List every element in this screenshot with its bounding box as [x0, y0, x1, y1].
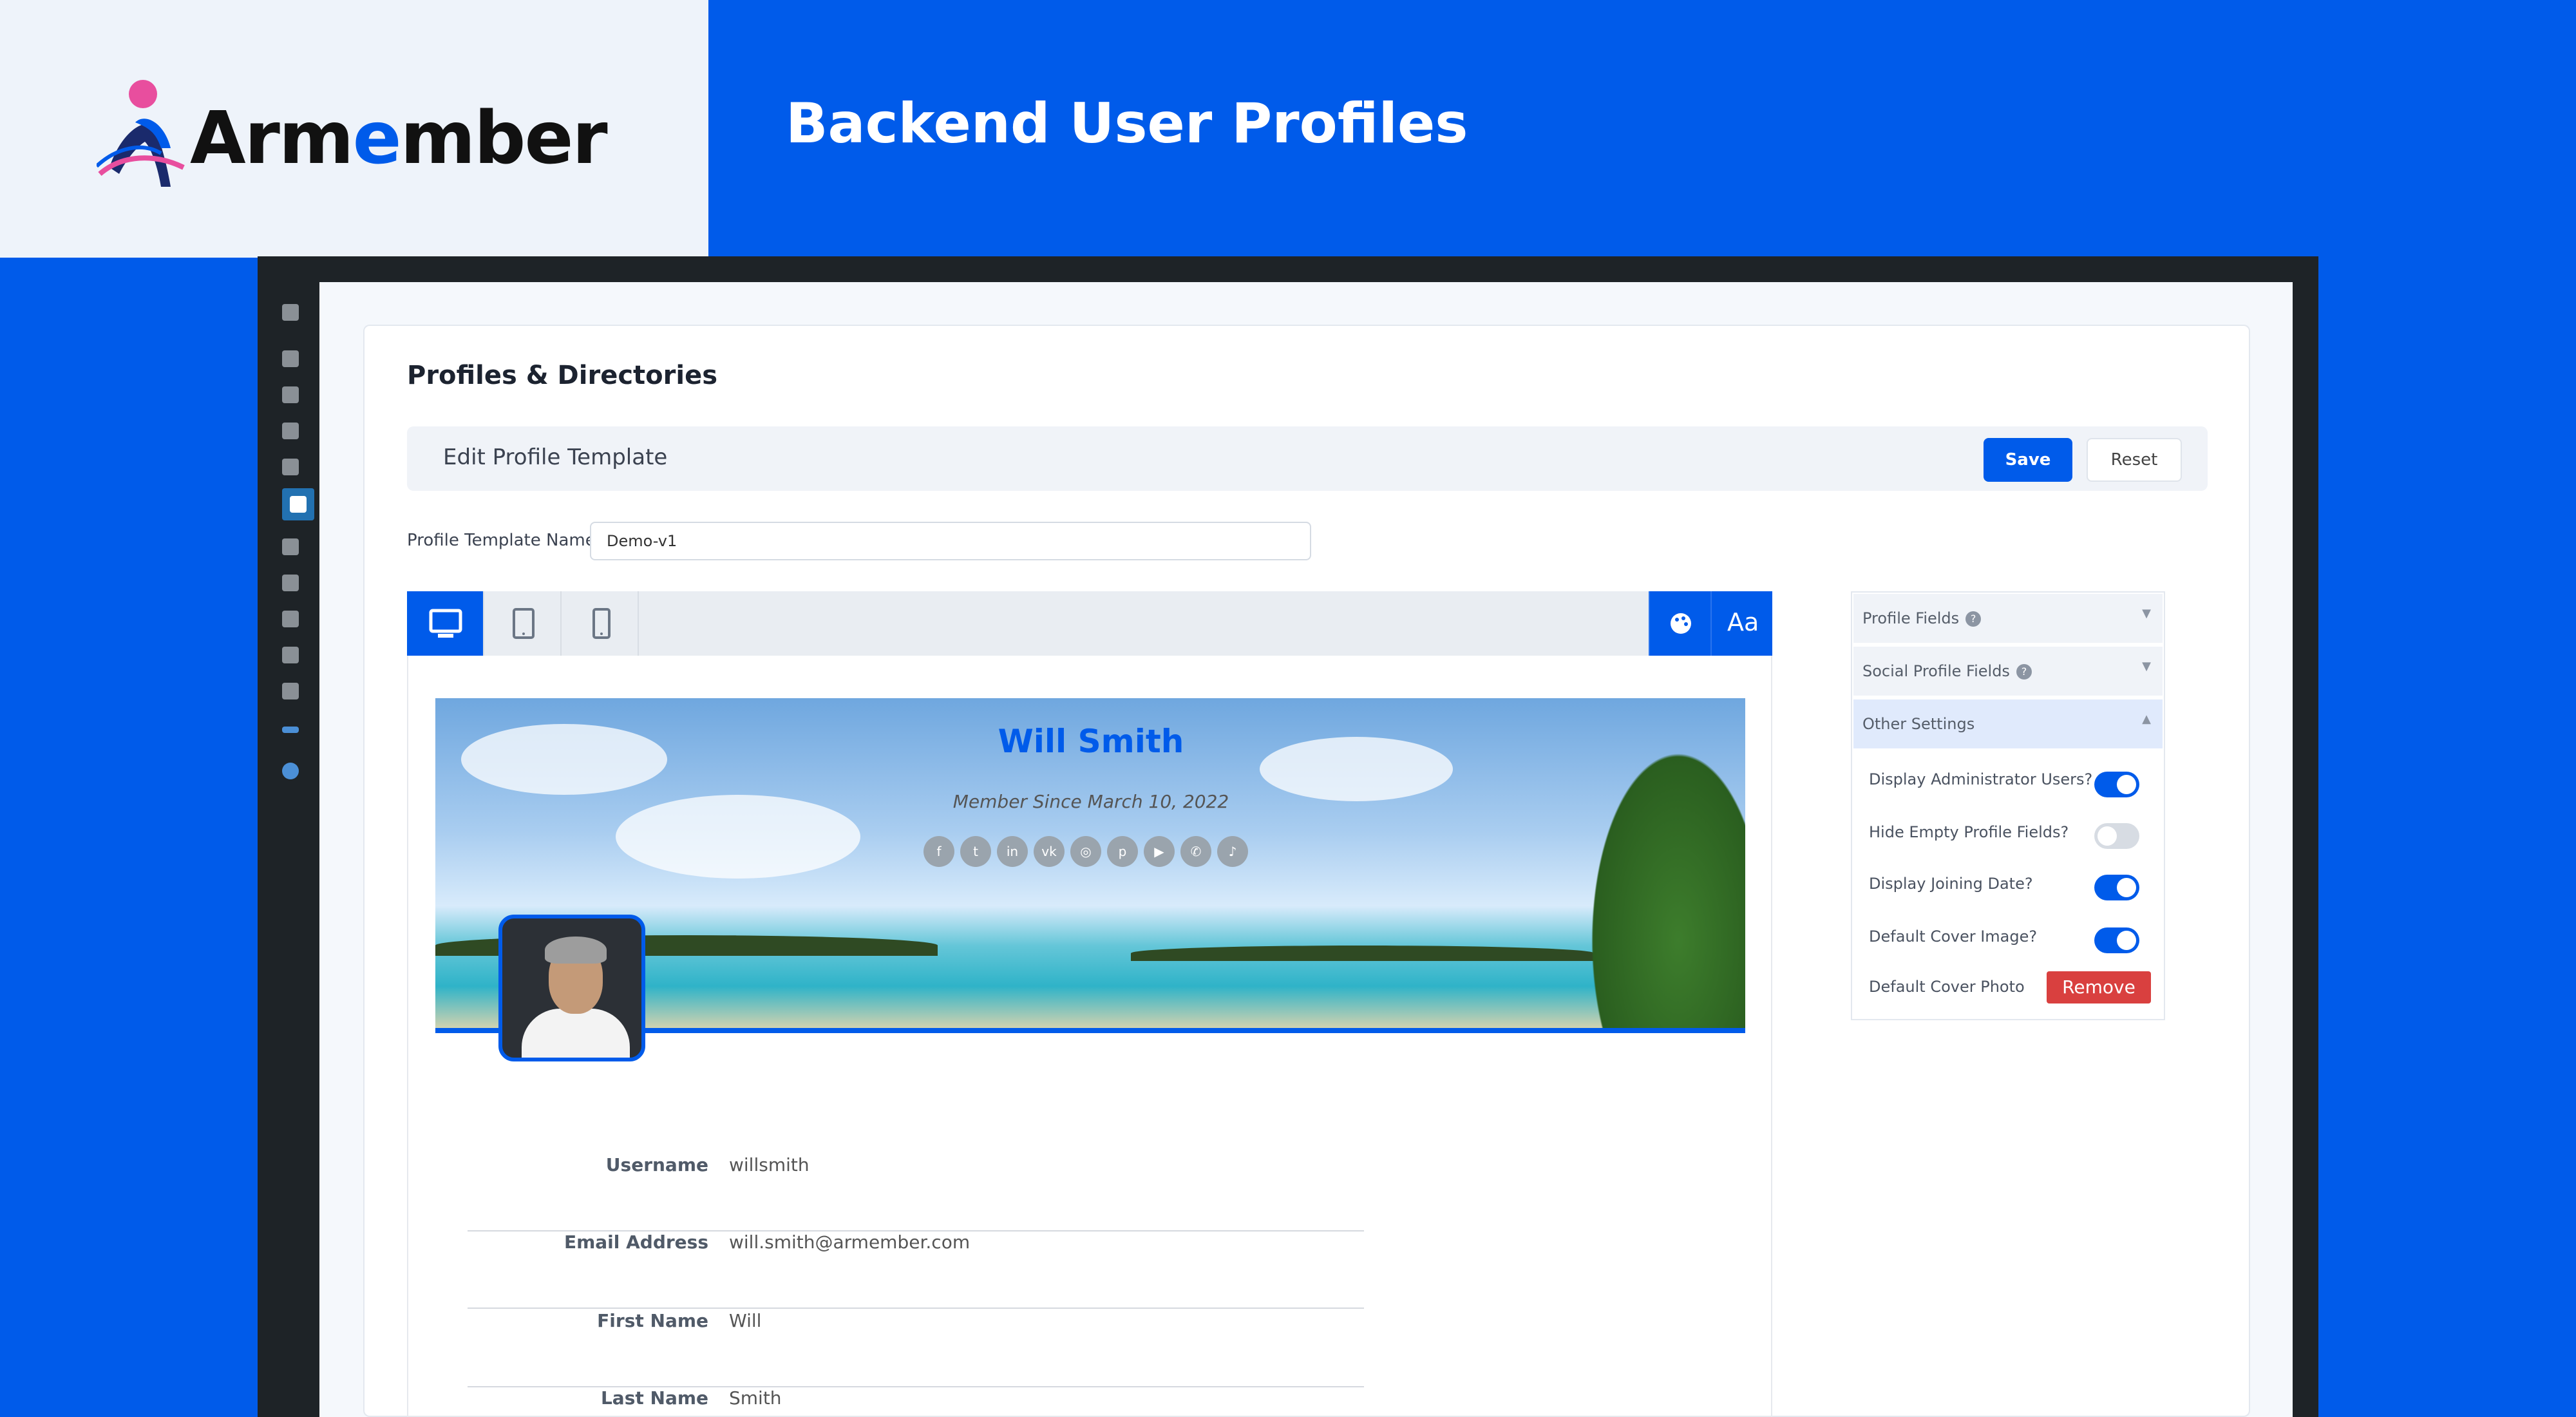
divider-icon	[282, 727, 299, 733]
twitter-icon[interactable]: t	[960, 836, 991, 867]
hide-empty-fields-label: Hide Empty Profile Fields?	[1869, 823, 2069, 841]
default-cover-image-label: Default Cover Image?	[1869, 927, 2038, 946]
armember-menu-icon[interactable]	[282, 488, 314, 520]
brand-name: Armember	[190, 97, 608, 180]
field-label: First Name	[597, 1310, 708, 1331]
profile-field-row: First Name Will	[468, 1310, 1364, 1387]
tablet-icon	[513, 608, 535, 639]
tiktok-icon[interactable]: ♪	[1217, 836, 1248, 867]
color-settings-button[interactable]	[1649, 591, 1710, 656]
field-label: Last Name	[600, 1387, 708, 1409]
cloud	[616, 795, 860, 879]
display-joining-date-label: Display Joining Date?	[1869, 875, 2033, 893]
other-settings-section[interactable]: Other Settings ▲	[1853, 699, 2163, 748]
settings-icon[interactable]	[282, 683, 299, 699]
edit-template-title: Edit Profile Template	[443, 444, 668, 470]
pinterest-icon[interactable]: p	[1107, 836, 1138, 867]
media-icon[interactable]	[282, 386, 299, 403]
island	[1131, 946, 1595, 961]
page-title: Profiles & Directories	[407, 361, 718, 390]
template-name-input[interactable]	[590, 522, 1311, 560]
display-admin-users-toggle[interactable]	[2094, 772, 2139, 797]
appearance-icon[interactable]	[282, 538, 299, 555]
field-value: will.smith@armember.com	[729, 1232, 971, 1253]
field-label: Username	[605, 1154, 708, 1175]
reset-button[interactable]: Reset	[2087, 438, 2182, 482]
member-since: Member Since March 10, 2022	[952, 791, 1229, 812]
cloud	[461, 724, 667, 795]
avatar	[498, 915, 645, 1061]
chevron-down-icon: ▼	[2142, 660, 2151, 673]
comments-icon[interactable]	[282, 459, 299, 475]
profile-name: Will Smith	[998, 723, 1184, 760]
section-label: Social Profile Fields?	[1862, 662, 2032, 680]
facebook-icon[interactable]: f	[923, 836, 954, 867]
save-button[interactable]: Save	[1984, 438, 2072, 482]
pin-icon[interactable]	[282, 350, 299, 367]
wp-admin-sidebar	[258, 282, 319, 1417]
whatsapp-icon[interactable]: ✆	[1180, 836, 1211, 867]
field-value: Smith	[729, 1387, 782, 1409]
profile-field-row: Username willsmith	[468, 1154, 1364, 1232]
mobile-icon	[592, 608, 611, 639]
font-settings-button[interactable]: Aa	[1710, 591, 1772, 656]
youtube-icon[interactable]: ▶	[1144, 836, 1175, 867]
display-admin-users-label: Display Administrator Users?	[1869, 770, 2093, 788]
remove-cover-button[interactable]: Remove	[2047, 971, 2151, 1003]
play-icon[interactable]	[282, 763, 299, 779]
plugins-icon[interactable]	[282, 575, 299, 591]
section-label: Profile Fields?	[1862, 609, 1982, 627]
pages-icon[interactable]	[282, 423, 299, 439]
vk-icon[interactable]: vk	[1034, 836, 1065, 867]
field-label: Email Address	[564, 1232, 708, 1253]
tools-icon[interactable]	[282, 647, 299, 663]
field-value: Will	[729, 1310, 762, 1331]
chevron-up-icon: ▲	[2142, 712, 2151, 726]
help-icon[interactable]: ?	[2016, 664, 2032, 680]
default-cover-photo-label: Default Cover Photo	[1869, 978, 2025, 996]
chevron-down-icon: ▼	[2142, 607, 2151, 620]
help-icon[interactable]: ?	[1965, 611, 1982, 627]
hero-title: Backend User Profiles	[786, 91, 1468, 156]
display-joining-date-toggle[interactable]	[2094, 875, 2139, 900]
desktop-icon	[429, 609, 462, 638]
section-label: Other Settings	[1862, 715, 1975, 733]
users-icon[interactable]	[282, 611, 299, 627]
hide-empty-fields-toggle[interactable]	[2094, 823, 2139, 849]
armember-logo: Armember	[95, 77, 608, 193]
palette-icon	[1671, 613, 1691, 634]
font-icon: Aa	[1727, 608, 1759, 636]
armember-logo-mark-icon	[95, 80, 185, 187]
profile-field-row: Last Name Smith	[468, 1387, 1364, 1417]
preview-toolbar: Aa	[407, 591, 1772, 656]
tablet-view-button[interactable]	[484, 591, 562, 656]
default-cover-image-toggle[interactable]	[2094, 927, 2139, 953]
mobile-view-button[interactable]	[562, 591, 639, 656]
edit-template-bar: Edit Profile Template Save Reset	[407, 426, 2208, 491]
desktop-view-button[interactable]	[407, 591, 484, 656]
social-profile-fields-section[interactable]: Social Profile Fields? ▼	[1853, 647, 2163, 696]
profile-field-row: Email Address will.smith@armember.com	[468, 1232, 1364, 1309]
field-value: willsmith	[729, 1154, 810, 1175]
linkedin-icon[interactable]: in	[997, 836, 1028, 867]
profile-fields-section[interactable]: Profile Fields? ▼	[1853, 594, 2163, 643]
dashboard-icon[interactable]	[282, 304, 299, 321]
instagram-icon[interactable]: ◎	[1070, 836, 1101, 867]
template-name-label: Profile Template Name	[407, 531, 596, 550]
palm-trees	[1578, 724, 1745, 1033]
